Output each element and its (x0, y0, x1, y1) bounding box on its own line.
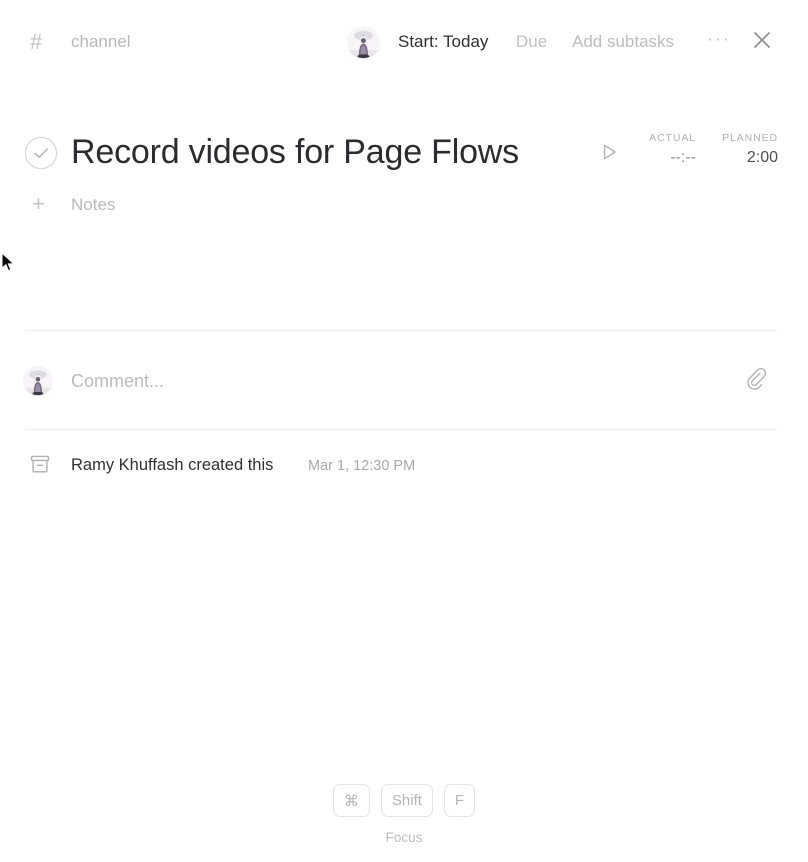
add-subtasks-button[interactable]: Add subtasks (572, 30, 674, 54)
avatar[interactable] (347, 26, 380, 59)
comment-input[interactable]: Comment... (71, 369, 164, 394)
key-cap-command[interactable]: ⌘ (332, 784, 370, 817)
notes-input[interactable]: Notes (71, 193, 115, 216)
shortcut-keys: ⌘ Shift F (0, 784, 808, 817)
timer-actual-label: ACTUAL (649, 132, 696, 144)
timer-planned[interactable]: PLANNED 2:00 (700, 131, 778, 169)
timer-planned-label: PLANNED (722, 132, 778, 144)
key-cap-f[interactable]: F (443, 784, 476, 817)
timer-planned-value: 2:00 (746, 149, 778, 166)
divider (25, 429, 778, 430)
divider (25, 330, 778, 331)
timer-actual[interactable]: ACTUAL --:-- (612, 131, 696, 169)
close-icon[interactable] (750, 28, 774, 52)
plus-icon[interactable]: + (32, 192, 45, 216)
hash-icon: # (30, 29, 43, 54)
due-date-button[interactable]: Due (516, 30, 547, 54)
start-date-button[interactable]: Start: Today (398, 30, 488, 54)
activity-timestamp: Mar 1, 12:30 PM (308, 458, 416, 474)
timer-actual-value: --:-- (670, 149, 696, 166)
key-cap-shift[interactable]: Shift (380, 784, 433, 817)
archive-box-icon (29, 453, 51, 475)
activity-text: Ramy Khuffash created this (71, 456, 274, 474)
avatar (23, 366, 53, 396)
detail-header: # channel Start: Today Due Add subtasks … (0, 0, 808, 84)
paperclip-icon[interactable] (746, 367, 770, 393)
channel-name[interactable]: channel (71, 31, 131, 53)
task-title[interactable]: Record videos for Page Flows (71, 128, 519, 176)
mouse-cursor (1, 251, 17, 274)
shortcut-caption: Focus (385, 830, 423, 845)
task-complete-checkbox[interactable] (24, 136, 58, 170)
more-options-icon[interactable]: ··· (707, 30, 729, 51)
